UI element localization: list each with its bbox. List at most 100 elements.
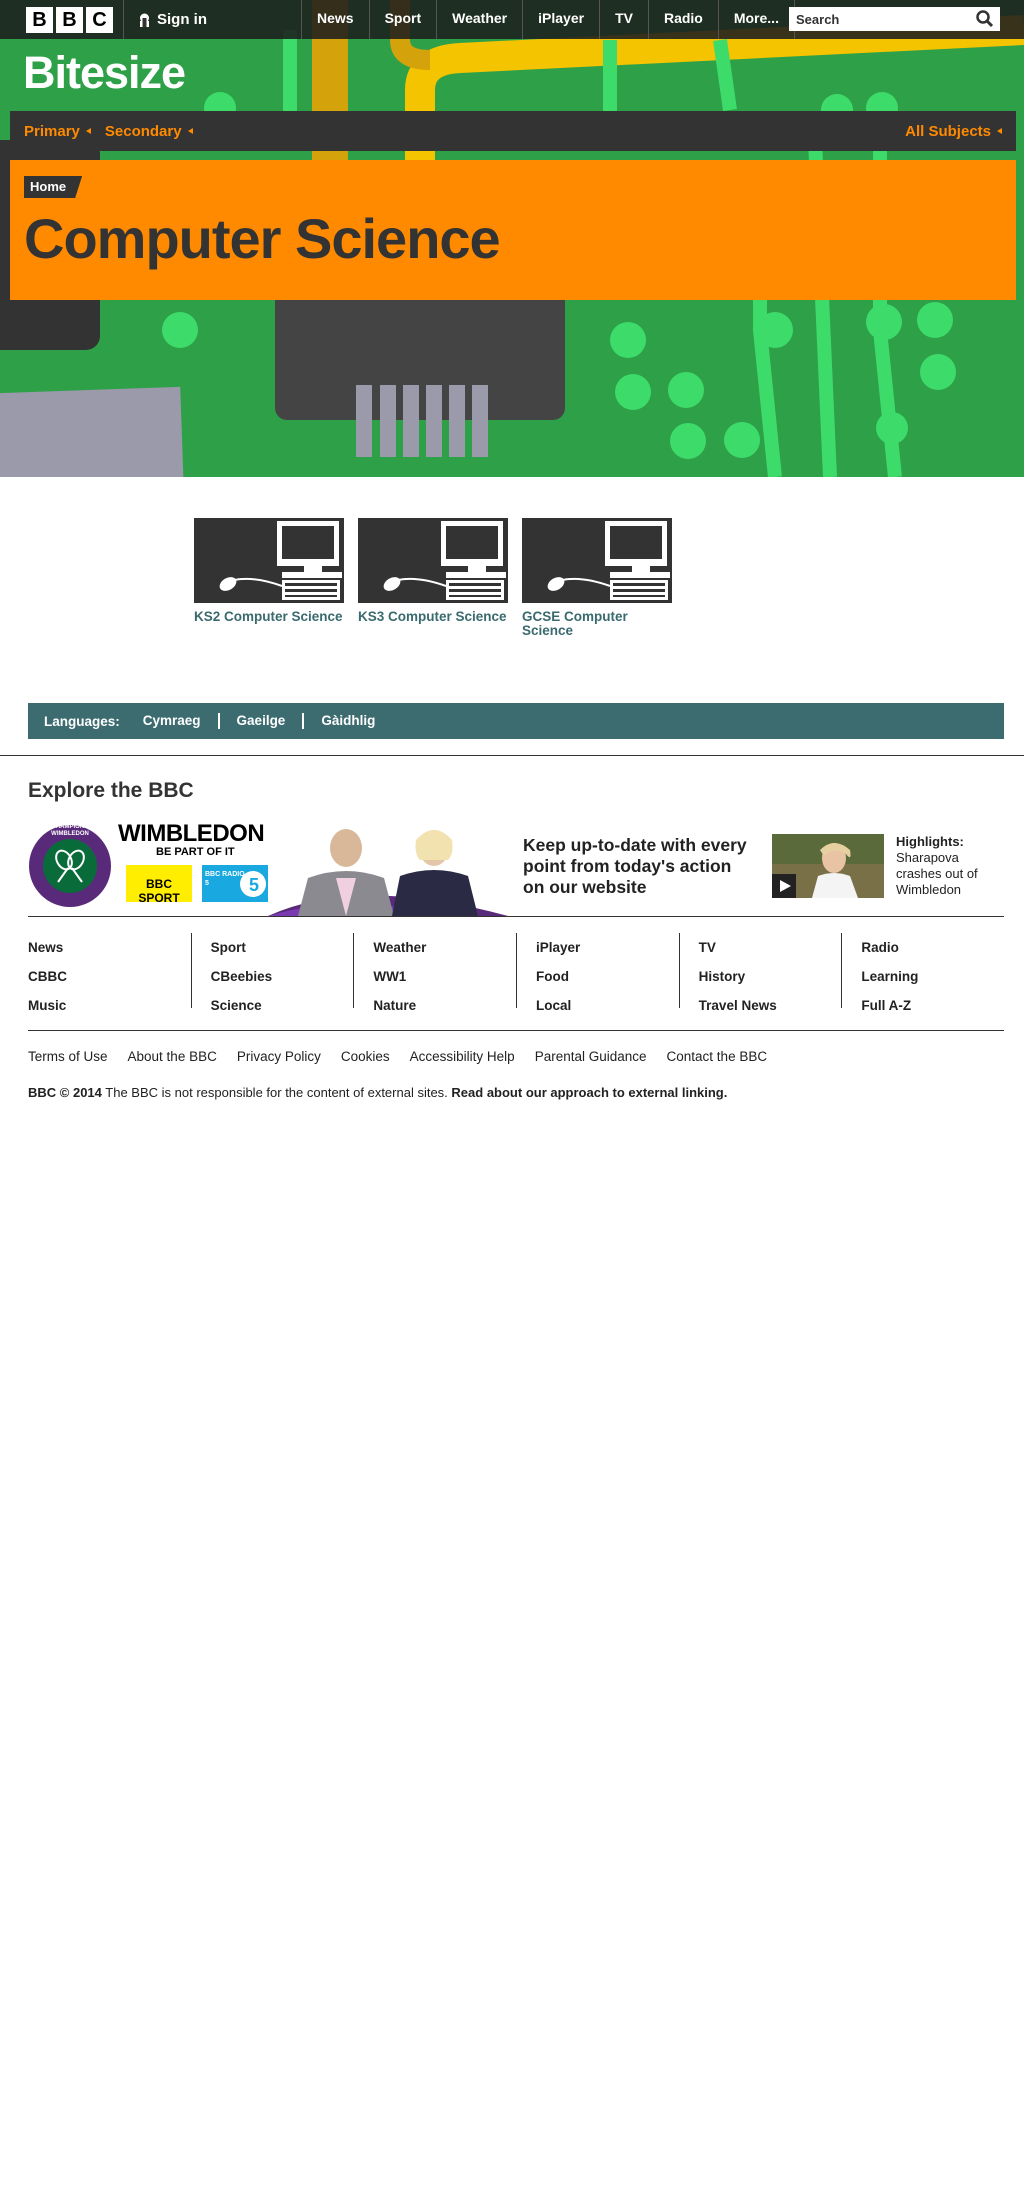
highlights-label: Highlights:: [896, 834, 964, 849]
tennis-player-image: [772, 834, 884, 898]
nav-more[interactable]: More...: [717, 0, 795, 39]
explore-promo: 5 WIMBLEDON BE PART OF IT THE CHAMPIONSH…: [28, 820, 1004, 916]
topic-gcse[interactable]: GCSE Computer Science: [522, 518, 672, 638]
bbc-logo[interactable]: B B C: [26, 6, 113, 33]
nav-weather[interactable]: Weather: [436, 0, 522, 39]
topic-ks2[interactable]: KS2 Computer Science: [194, 518, 344, 638]
computer-icon: [383, 521, 506, 600]
footer-link-science[interactable]: Science: [211, 991, 354, 1020]
divider: [0, 755, 1024, 756]
topic-thumbnail: [358, 518, 508, 603]
subnav-all-subjects-label: All Subjects: [905, 122, 991, 140]
footer-link-nature[interactable]: Nature: [373, 991, 516, 1020]
highlights-text: Sharapova crashes out of Wimbledon: [896, 850, 978, 897]
footer-contact-link[interactable]: Contact the BBC: [667, 1049, 768, 1064]
sign-in-link[interactable]: Sign in: [138, 11, 207, 28]
footer-link-columns: News CBBC Music Sport CBeebies Science W…: [28, 933, 1004, 1013]
footer-link-learning[interactable]: Learning: [861, 962, 1004, 991]
footer-link-iplayer[interactable]: iPlayer: [536, 933, 679, 962]
nav-tv[interactable]: TV: [599, 0, 648, 39]
footer-about-link[interactable]: About the BBC: [128, 1049, 217, 1064]
footer-link-food[interactable]: Food: [536, 962, 679, 991]
badge-ring-text: THE CHAMPIONSHIPS WIMBLEDON: [37, 824, 103, 837]
computer-icon: [547, 521, 670, 600]
nav-news[interactable]: News: [301, 0, 369, 39]
footer-accessibility-link[interactable]: Accessibility Help: [410, 1049, 515, 1064]
user-icon: [140, 13, 149, 27]
bbc-logo-letter: C: [86, 6, 113, 33]
languages-bar: Languages: Cymraeg Gaeilge Gàidhlig: [28, 703, 1004, 739]
footer-link-music[interactable]: Music: [28, 991, 191, 1020]
footer-link-tv[interactable]: TV: [699, 933, 842, 962]
promo-headline[interactable]: Keep up-to-date with every point from to…: [523, 835, 753, 898]
footer-link-weather[interactable]: Weather: [373, 933, 516, 962]
footer-link-ww1[interactable]: WW1: [373, 962, 516, 991]
footer-cookies-link[interactable]: Cookies: [341, 1049, 390, 1064]
bbc-sport-logo: BBC SPORT: [138, 877, 180, 905]
footer-link-travel-news[interactable]: Travel News: [699, 991, 842, 1020]
subnav-secondary-label: Secondary: [104, 122, 182, 140]
footer-privacy-link[interactable]: Privacy Policy: [237, 1049, 321, 1064]
bbc-radio-5-logo: BBC RADIO 5: [205, 871, 245, 887]
search-icon[interactable]: [974, 8, 996, 30]
nav-sport[interactable]: Sport: [368, 0, 437, 39]
language-cymraeg[interactable]: Cymraeg: [140, 713, 218, 729]
footer-link-full-a-z[interactable]: Full A-Z: [861, 991, 1004, 1020]
svg-text:5: 5: [249, 875, 259, 895]
breadcrumb-home[interactable]: Home: [24, 176, 83, 198]
hero-banner: Bitesize Primary Secondary All Subjects …: [0, 0, 1024, 477]
search-box: [789, 7, 1000, 31]
footer-column: TV History Travel News: [678, 933, 842, 1013]
footer-link-cbeebies[interactable]: CBeebies: [211, 962, 354, 991]
footer-link-history[interactable]: History: [699, 962, 842, 991]
subnav-secondary[interactable]: Secondary: [105, 123, 193, 140]
nav-radio[interactable]: Radio: [647, 0, 718, 39]
footer-link-local[interactable]: Local: [536, 991, 679, 1020]
footer-link-news[interactable]: News: [28, 933, 191, 962]
caret-left-icon: [997, 128, 1002, 134]
footer-terms-link[interactable]: Terms of Use: [28, 1049, 108, 1064]
copyright-line: BBC © 2014 The BBC is not responsible fo…: [28, 1085, 727, 1100]
footer-column: Radio Learning Full A-Z: [841, 933, 1004, 1013]
divider: [123, 0, 124, 39]
topic-ks3[interactable]: KS3 Computer Science: [358, 518, 508, 638]
topic-label: GCSE Computer Science: [522, 609, 628, 638]
sign-in-label: Sign in: [157, 11, 207, 28]
wimbledon-promo-banner[interactable]: 5 WIMBLEDON BE PART OF IT THE CHAMPIONSH…: [28, 820, 508, 916]
search-input[interactable]: [789, 8, 974, 30]
external-linking-link[interactable]: Read about our approach to external link…: [451, 1085, 727, 1100]
language-gaeilge[interactable]: Gaeilge: [217, 713, 303, 729]
bitesize-logo[interactable]: Bitesize: [23, 47, 186, 99]
footer-link-sport[interactable]: Sport: [211, 933, 354, 962]
divider: [28, 916, 1004, 917]
topic-list: KS2 Computer Science KS3 Computer Scienc…: [194, 518, 672, 638]
caret-left-icon: [85, 128, 91, 134]
external-disclaimer: The BBC is not responsible for the conte…: [105, 1085, 448, 1100]
footer-link-cbbc[interactable]: CBBC: [28, 962, 191, 991]
computer-icon: [219, 521, 342, 600]
subnav-primary-label: Primary: [24, 122, 80, 140]
wimbledon-title: WIMBLEDON: [118, 820, 265, 847]
bbc-global-bar: B B C Sign in News Sport Weather iPlayer…: [0, 0, 1024, 39]
footer-column: Weather WW1 Nature: [353, 933, 516, 1013]
external-linking-label: Read about our approach to external link…: [451, 1085, 728, 1100]
subnav-primary[interactable]: Primary: [24, 123, 91, 140]
page-title: Computer Science: [24, 207, 501, 270]
nav-iplayer[interactable]: iPlayer: [522, 0, 599, 39]
copyright: BBC © 2014: [28, 1085, 102, 1100]
footer-column: News CBBC Music: [28, 933, 191, 1013]
bbc-logo-letter: B: [26, 6, 53, 33]
highlights-video-thumbnail[interactable]: [772, 834, 884, 898]
global-nav: News Sport Weather iPlayer TV Radio More…: [301, 0, 795, 39]
page-title-box: Home Computer Science: [10, 160, 1016, 300]
footer-link-radio[interactable]: Radio: [861, 933, 1004, 962]
footer-parental-guidance-link[interactable]: Parental Guidance: [535, 1049, 647, 1064]
bbc-logo-letter: B: [56, 6, 83, 33]
wimbledon-tagline: BE PART OF IT: [156, 846, 235, 858]
highlights-link[interactable]: Highlights: Sharapova crashes out of Wim…: [896, 834, 1004, 898]
topic-label: KS3 Computer Science: [358, 609, 507, 624]
language-gaidhlig[interactable]: Gàidhlig: [302, 713, 392, 729]
caret-left-icon: [187, 128, 193, 134]
subnav-all-subjects[interactable]: All Subjects: [905, 123, 1002, 140]
divider: [28, 1030, 1004, 1031]
